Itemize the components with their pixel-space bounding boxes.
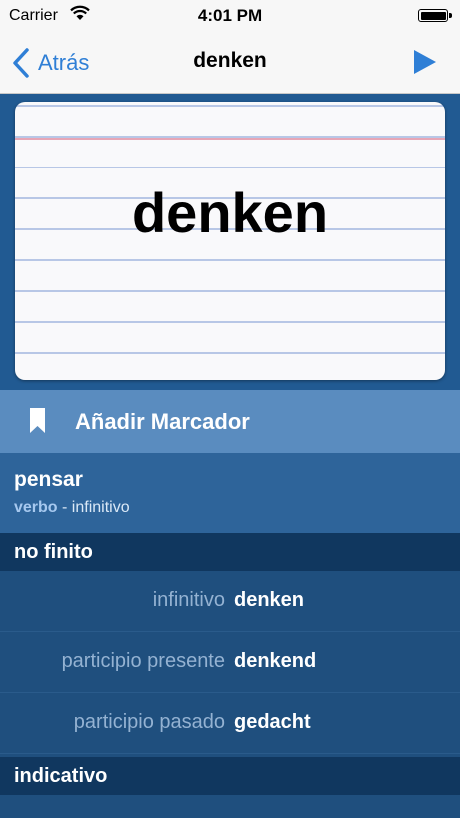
play-icon[interactable]	[412, 48, 438, 76]
part-of-speech: verbo - infinitivo	[14, 499, 130, 517]
navigation-bar: Atrás denken	[0, 34, 460, 94]
add-bookmark-button[interactable]: Añadir Marcador	[0, 390, 460, 453]
battery-icon	[418, 9, 452, 22]
pos-type: verbo	[14, 499, 58, 516]
flashcard[interactable]: denken	[15, 102, 445, 380]
conjugation-row: participio pasado gedacht	[0, 693, 460, 754]
conjugation-value: denkend	[234, 650, 317, 672]
conjugation-key: infinitivo	[152, 589, 225, 611]
flashcard-word: denken	[131, 181, 329, 244]
section-header-indicativo: indicativo	[0, 757, 460, 795]
bookmark-icon	[30, 408, 45, 433]
conjugation-row: infinitivo denken	[0, 571, 460, 632]
conjugation-key: participio pasado	[73, 711, 225, 733]
page-title: denken	[193, 49, 267, 72]
conjugation-value: denken	[234, 589, 305, 611]
flashcard-area: denken	[0, 94, 460, 390]
conjugation-value: gedacht	[234, 711, 311, 733]
section-header-no-finito: no finito	[0, 533, 460, 571]
pos-separator: -	[57, 499, 72, 516]
add-bookmark-label: Añadir Marcador	[75, 409, 250, 434]
conjugation-row-partial	[0, 795, 460, 818]
conjugation-row: participio presente denkend	[0, 632, 460, 693]
status-time: 4:01 PM	[197, 6, 263, 25]
pos-detail: infinitivo	[71, 499, 130, 516]
translation-text: pensar	[14, 468, 83, 491]
definition-row: pensar verbo - infinitivo	[0, 453, 460, 533]
status-bar: Carrier 4:01 PM	[0, 0, 460, 34]
conjugation-key: participio presente	[61, 650, 225, 672]
